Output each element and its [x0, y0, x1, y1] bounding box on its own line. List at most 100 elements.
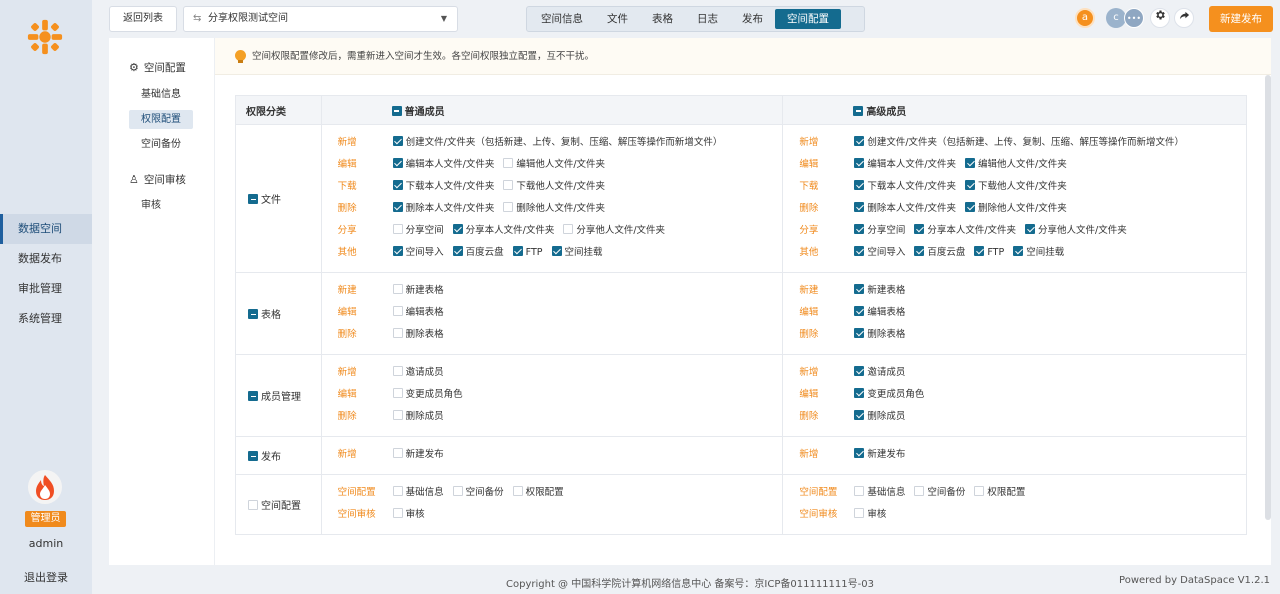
permission-option[interactable]: 新建发布	[392, 444, 444, 466]
category-checkbox[interactable]	[248, 309, 258, 319]
advanced-select-all-checkbox[interactable]	[853, 105, 864, 116]
permission-checkbox[interactable]	[974, 486, 985, 496]
new-publish-button[interactable]: 新建发布	[1209, 6, 1273, 32]
permission-option[interactable]: 审核	[854, 504, 886, 526]
permission-checkbox[interactable]	[854, 202, 865, 212]
permission-option[interactable]: 新建表格	[854, 280, 905, 302]
permission-checkbox[interactable]	[392, 202, 403, 212]
permission-option[interactable]: 权限配置	[512, 482, 564, 504]
tab-5[interactable]: 空间配置	[775, 9, 841, 29]
permission-option[interactable]: 邀请成员	[392, 362, 444, 384]
tab-3[interactable]: 日志	[685, 9, 730, 29]
permission-checkbox[interactable]	[854, 224, 865, 234]
ordinary-select-all-checkbox[interactable]	[391, 105, 402, 116]
permission-option[interactable]: 分享本人文件/文件夹	[914, 220, 1016, 242]
permission-checkbox[interactable]	[854, 180, 865, 190]
permission-option[interactable]: 删除本人文件/文件夹	[392, 198, 494, 220]
permission-option[interactable]: 创建文件/文件夹（包括新建、上传、复制、压缩、解压等操作而新增文件）	[392, 132, 722, 154]
permission-option[interactable]: 编辑他人文件/文件夹	[965, 154, 1067, 176]
permission-option[interactable]: 空间备份	[452, 482, 504, 504]
permission-option[interactable]: 下载他人文件/文件夹	[503, 176, 605, 198]
permission-option[interactable]: 基础信息	[854, 482, 905, 504]
permission-checkbox[interactable]	[392, 366, 403, 376]
permission-checkbox[interactable]	[563, 224, 574, 234]
permission-option[interactable]: 分享他人文件/文件夹	[1025, 220, 1127, 242]
permission-checkbox[interactable]	[503, 158, 514, 168]
permission-checkbox[interactable]	[854, 284, 865, 294]
permission-option[interactable]: 分享空间	[854, 220, 905, 242]
sidebar-item-3[interactable]: 系统管理	[0, 304, 92, 334]
permission-option[interactable]: 删除表格	[854, 324, 905, 346]
permission-checkbox[interactable]	[512, 246, 523, 256]
permission-checkbox[interactable]	[392, 388, 403, 398]
permission-option[interactable]: 编辑本人文件/文件夹	[392, 154, 494, 176]
permission-checkbox[interactable]	[452, 486, 463, 496]
tab-2[interactable]: 表格	[640, 9, 685, 29]
permission-option[interactable]: 分享空间	[392, 220, 444, 242]
permission-checkbox[interactable]	[452, 224, 463, 234]
permission-checkbox[interactable]	[854, 306, 865, 316]
permission-option[interactable]: 分享他人文件/文件夹	[563, 220, 665, 242]
category-checkbox[interactable]	[248, 391, 258, 401]
permission-option[interactable]: 下载本人文件/文件夹	[392, 176, 494, 198]
more-members-avatar[interactable]: •••	[1124, 8, 1144, 28]
permission-checkbox[interactable]	[503, 202, 514, 212]
permission-checkbox[interactable]	[392, 508, 403, 518]
permission-checkbox[interactable]	[452, 246, 463, 256]
permission-option[interactable]: 空间导入	[392, 242, 444, 264]
permission-option[interactable]: 删除本人文件/文件夹	[854, 198, 956, 220]
permission-checkbox[interactable]	[392, 180, 403, 190]
permission-option[interactable]: 权限配置	[974, 482, 1025, 504]
permission-checkbox[interactable]	[392, 448, 403, 458]
permission-checkbox[interactable]	[854, 486, 865, 496]
permission-option[interactable]: 编辑本人文件/文件夹	[854, 154, 956, 176]
permission-checkbox[interactable]	[503, 180, 514, 190]
vertical-scrollbar[interactable]	[1265, 75, 1271, 520]
permission-option[interactable]: 空间挂载	[1013, 242, 1064, 264]
permission-checkbox[interactable]	[854, 388, 865, 398]
space-select[interactable]: ⇆ 分享权限测试空间 ▼	[183, 6, 458, 32]
permission-checkbox[interactable]	[512, 486, 523, 496]
permission-option[interactable]: 空间导入	[854, 242, 905, 264]
tab-0[interactable]: 空间信息	[529, 9, 595, 29]
share-button[interactable]	[1174, 8, 1194, 28]
permission-checkbox[interactable]	[914, 246, 925, 256]
admin-avatar[interactable]	[28, 470, 62, 504]
back-to-list-button[interactable]: 返回列表	[109, 6, 177, 32]
permission-option[interactable]: 空间备份	[914, 482, 965, 504]
permission-option[interactable]: 百度云盘	[914, 242, 965, 264]
permission-checkbox[interactable]	[1013, 246, 1024, 256]
sidebar-item-1[interactable]: 数据发布	[0, 244, 92, 274]
permission-option[interactable]: 变更成员角色	[392, 384, 463, 406]
category-checkbox[interactable]	[248, 451, 258, 461]
sidebar-item-0[interactable]: 数据空间	[0, 214, 92, 244]
permission-option[interactable]: 创建文件/文件夹（包括新建、上传、复制、压缩、解压等操作而新增文件）	[854, 132, 1184, 154]
category-checkbox[interactable]	[248, 194, 258, 204]
permission-checkbox[interactable]	[392, 284, 403, 294]
permission-checkbox[interactable]	[392, 158, 403, 168]
subnav-config-item-2[interactable]: 空间备份	[129, 135, 193, 154]
tab-4[interactable]: 发布	[730, 9, 775, 29]
permission-option[interactable]: 下载本人文件/文件夹	[854, 176, 956, 198]
permission-checkbox[interactable]	[974, 246, 985, 256]
permission-checkbox[interactable]	[392, 224, 403, 234]
permission-checkbox[interactable]	[854, 508, 865, 518]
tab-1[interactable]: 文件	[595, 9, 640, 29]
permission-option[interactable]: 新建表格	[392, 280, 444, 302]
permission-checkbox[interactable]	[965, 158, 976, 168]
permission-checkbox[interactable]	[551, 246, 562, 256]
permission-option[interactable]: 基础信息	[392, 482, 444, 504]
permission-checkbox[interactable]	[392, 136, 403, 146]
permission-option[interactable]: 编辑表格	[854, 302, 905, 324]
permission-option[interactable]: 编辑表格	[392, 302, 444, 324]
permission-option[interactable]: 删除表格	[392, 324, 444, 346]
permission-option[interactable]: 删除成员	[854, 406, 905, 428]
permission-checkbox[interactable]	[1025, 224, 1036, 234]
permission-checkbox[interactable]	[965, 180, 976, 190]
subnav-config-item-1[interactable]: 权限配置	[129, 110, 193, 129]
permission-checkbox[interactable]	[854, 448, 865, 458]
permission-checkbox[interactable]	[914, 486, 925, 496]
subnav-config-item-0[interactable]: 基础信息	[129, 85, 193, 104]
permission-option[interactable]: 变更成员角色	[854, 384, 924, 406]
permission-checkbox[interactable]	[854, 366, 865, 376]
